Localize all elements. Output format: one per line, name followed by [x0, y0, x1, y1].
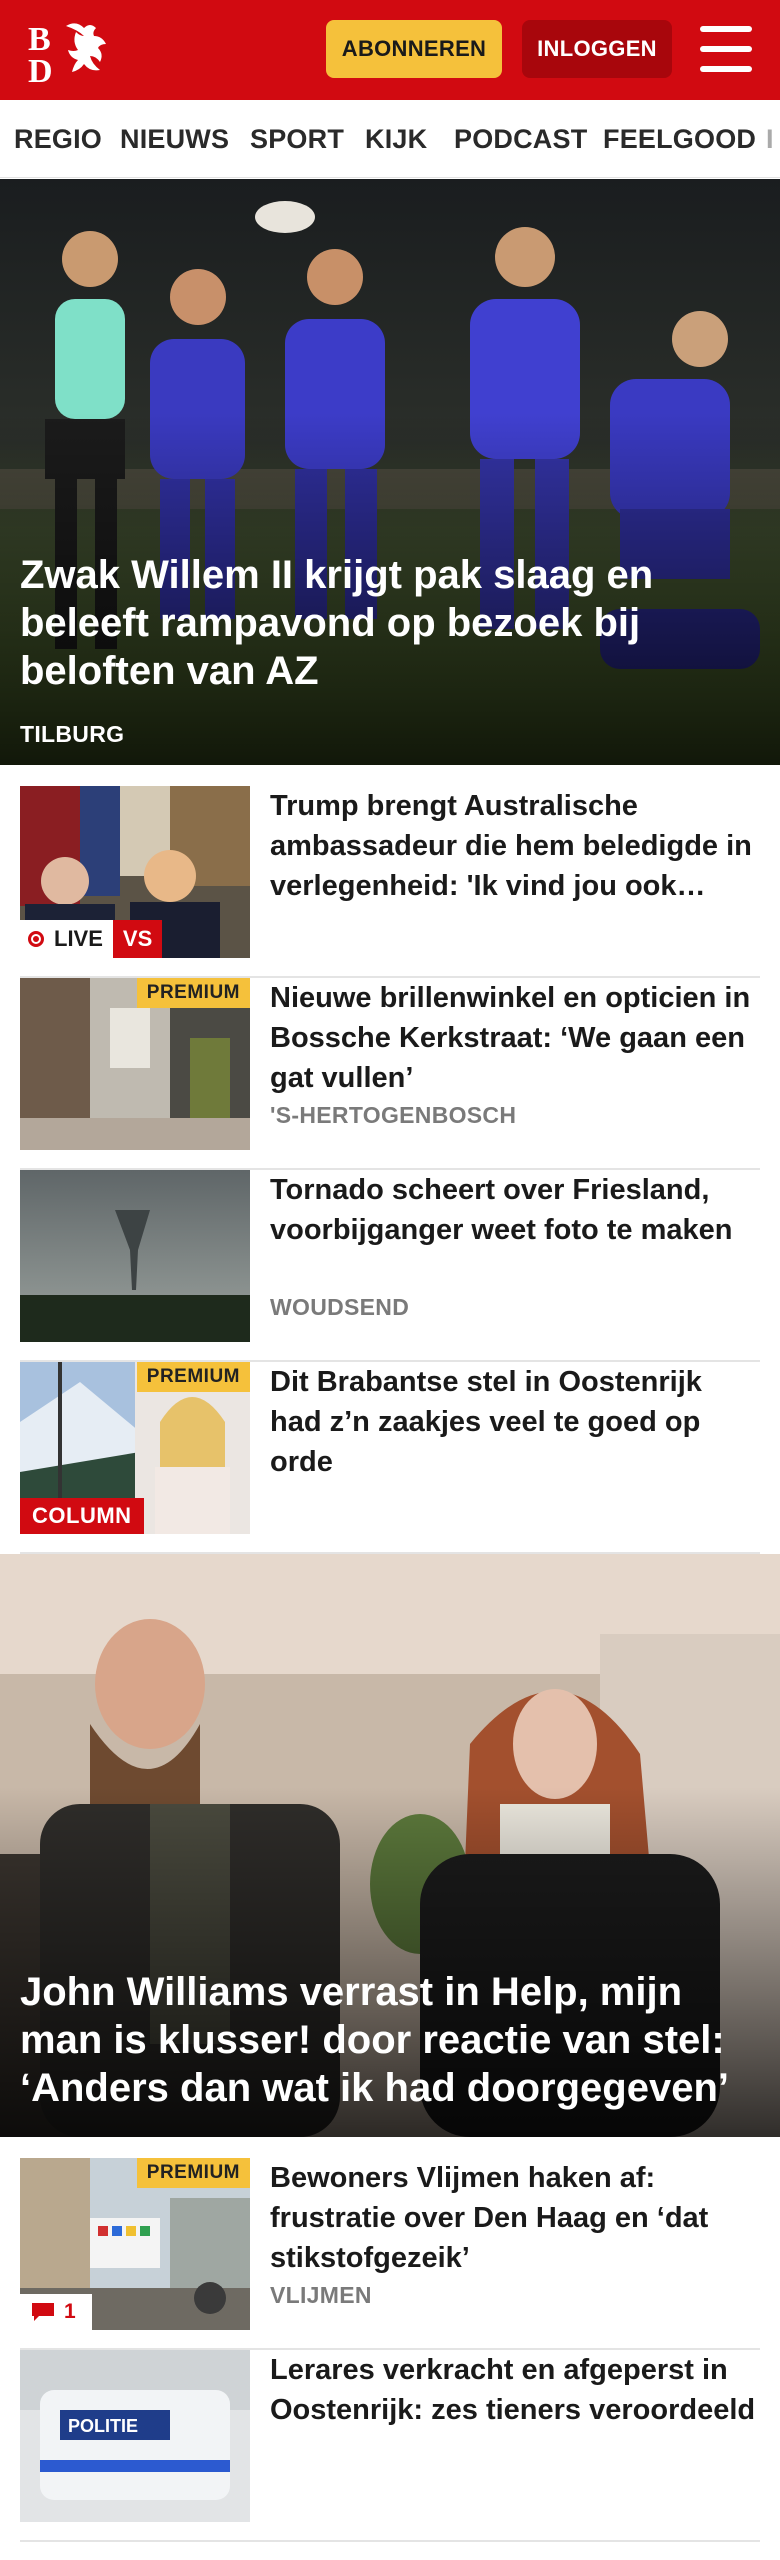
- list-item[interactable]: Tornado scheert over Friesland, voorbijg…: [20, 1170, 760, 1362]
- list-item[interactable]: PREMIUM COLUMN Dit Brabantse stel in Oos…: [20, 1362, 760, 1554]
- hamburger-menu-icon[interactable]: [700, 26, 752, 72]
- hero-article-help-klusser[interactable]: John Williams verrast in Help, mijn man …: [0, 1554, 780, 2137]
- list-item[interactable]: LIVE VS Trump brengt Australische ambass…: [20, 786, 760, 978]
- hero-title[interactable]: John Williams verrast in Help, mijn man …: [20, 1968, 760, 2112]
- topic-badge: VS: [112, 920, 163, 958]
- article-title[interactable]: Lerares verkracht en afgeperst in Oosten…: [270, 2350, 760, 2430]
- article-thumbnail: PREMIUM 1: [20, 2158, 250, 2330]
- nav-item-overflow[interactable]: I: [766, 100, 774, 177]
- nav-item-kijk[interactable]: KIJK: [365, 100, 427, 177]
- hero-article-willem[interactable]: Zwak Willem II krijgt pak slaag en belee…: [0, 179, 780, 765]
- hero-location: TILBURG: [20, 721, 125, 747]
- list-item[interactable]: PREMIUM Nieuwe brillenwinkel en opticien…: [20, 978, 760, 1170]
- article-thumbnail: PREMIUM COLUMN: [20, 1362, 250, 1534]
- nav-item-regio[interactable]: REGIO: [14, 100, 102, 177]
- subscribe-button[interactable]: ABONNEREN: [326, 20, 502, 78]
- svg-text:POLITIE: POLITIE: [68, 2416, 138, 2436]
- nav-item-nieuws[interactable]: NIEUWS: [120, 100, 229, 177]
- svg-text:D: D: [28, 53, 53, 84]
- article-title[interactable]: Nieuwe brillenwinkel en opticien in Boss…: [270, 978, 760, 1098]
- premium-badge: PREMIUM: [136, 1362, 250, 1392]
- comment-count: 1: [64, 2300, 76, 2323]
- comment-count-badge[interactable]: 1: [20, 2294, 92, 2330]
- top-bar: B D ABONNEREN INLOGGEN: [0, 0, 780, 100]
- article-title[interactable]: Dit Brabantse stel in Oostenrijk had z’n…: [270, 1362, 760, 1482]
- nav-item-feelgood[interactable]: FEELGOOD: [603, 100, 756, 177]
- nav-item-podcast[interactable]: PODCAST: [454, 100, 587, 177]
- premium-badge: PREMIUM: [136, 2158, 250, 2188]
- column-badge: COLUMN: [20, 1498, 144, 1534]
- article-title[interactable]: Tornado scheert over Friesland, voorbijg…: [270, 1170, 760, 1250]
- article-title[interactable]: Bewoners Vlijmen haken af: frustratie ov…: [270, 2158, 760, 2278]
- live-badge: LIVE VS: [20, 920, 163, 958]
- article-location: WOUDSEND: [270, 1294, 410, 1320]
- login-button[interactable]: INLOGGEN: [522, 20, 672, 78]
- hero-title[interactable]: Zwak Willem II krijgt pak slaag en belee…: [20, 551, 760, 695]
- article-thumbnail: POLITIE: [20, 2350, 250, 2522]
- article-thumbnail: LIVE VS: [20, 786, 250, 958]
- bd-logo[interactable]: B D: [26, 16, 116, 90]
- article-title[interactable]: Trump brengt Australische ambassadeur di…: [270, 786, 760, 906]
- comment-bubble-icon: [32, 2303, 54, 2321]
- nav-item-sport[interactable]: SPORT: [250, 100, 344, 177]
- section-nav: REGIO NIEUWS SPORT KIJK PODCAST FEELGOOD…: [0, 100, 780, 178]
- article-thumbnail: [20, 1170, 250, 1342]
- premium-badge: PREMIUM: [136, 978, 250, 1008]
- list-item[interactable]: POLITIE Lerares verkracht en afgeperst i…: [20, 2350, 760, 2542]
- article-location: VLIJMEN: [270, 2282, 372, 2308]
- live-dot-icon: [28, 931, 44, 947]
- list-item[interactable]: PREMIUM 1 Bewoners Vlijmen haken af: fru…: [20, 2158, 760, 2350]
- article-location: 'S-HERTOGENBOSCH: [270, 1102, 517, 1128]
- live-label: LIVE: [54, 926, 103, 951]
- article-thumbnail: PREMIUM: [20, 978, 250, 1150]
